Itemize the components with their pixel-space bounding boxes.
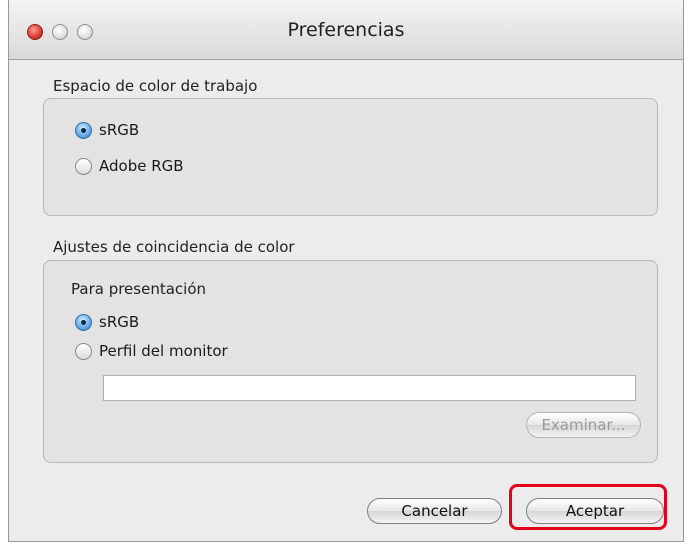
display-sublabel: Para presentación [71,280,206,298]
profile-path-field[interactable] [103,375,636,401]
matching-option-srgb[interactable]: sRGB [75,313,139,331]
radio-selected-icon[interactable] [75,313,92,331]
matching-option-label: sRGB [99,313,140,331]
workspace-option-adobe-rgb[interactable]: Adobe RGB [75,157,184,175]
preferences-window: Preferencias Espacio de color de trabajo… [8,0,684,542]
window-title: Preferencias [287,19,405,41]
title-bar[interactable]: Preferencias [9,0,683,60]
matching-option-monitor-profile[interactable]: Perfil del monitor [75,342,228,360]
workspace-option-label: sRGB [99,121,140,139]
radio-unselected-icon[interactable] [75,157,92,175]
workspace-option-label: Adobe RGB [99,157,184,175]
ok-button-highlight [509,484,667,530]
matching-section-label: Ajustes de coincidencia de color [53,238,295,256]
radio-selected-icon[interactable] [75,121,92,139]
radio-unselected-icon[interactable] [75,342,92,360]
browse-button[interactable]: Examinar... [526,412,641,438]
matching-option-label: Perfil del monitor [99,342,228,360]
cancel-button[interactable]: Cancelar [367,498,502,524]
workspace-section-label: Espacio de color de trabajo [53,77,258,95]
workspace-option-srgb[interactable]: sRGB [75,121,139,139]
